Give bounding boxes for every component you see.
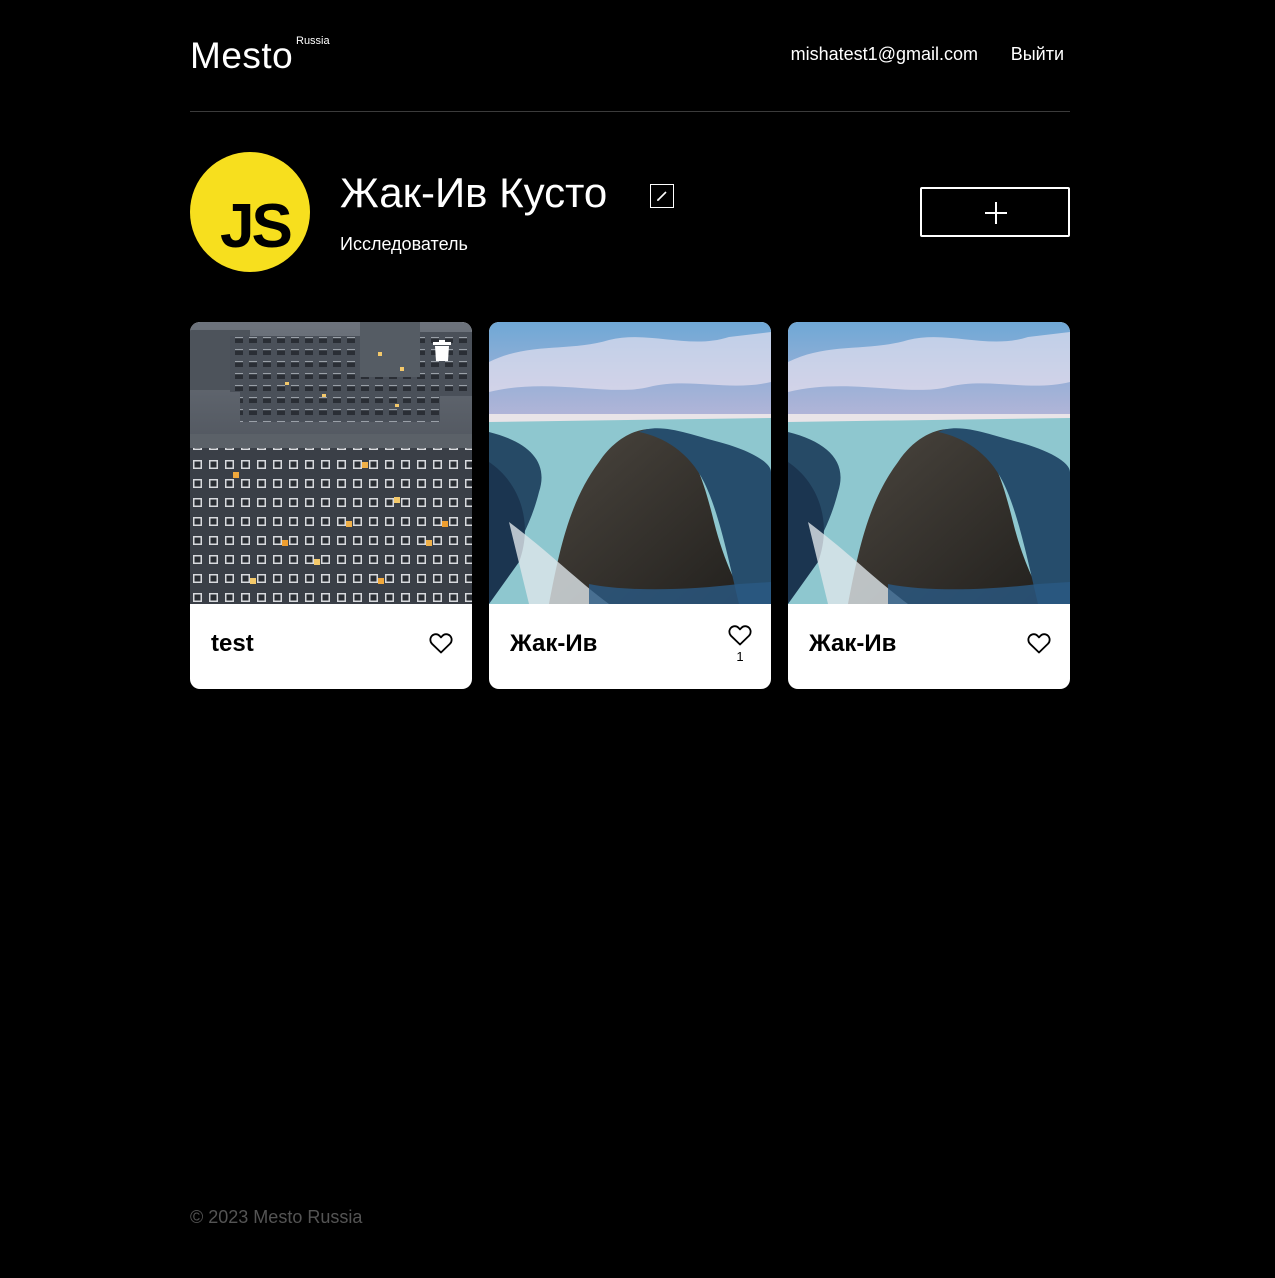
- logo[interactable]: Mesto Russia: [190, 34, 340, 76]
- like-count: 1: [736, 649, 744, 664]
- header: Mesto Russia mishatest1@gmail.com Выйти: [190, 0, 1070, 112]
- like-group: [429, 632, 453, 672]
- card-title: Жак-Ив: [510, 630, 598, 657]
- logout-link[interactable]: Выйти: [1011, 43, 1064, 65]
- logo-text: Mesto: [190, 35, 294, 76]
- heart-icon[interactable]: [728, 624, 752, 646]
- card-image[interactable]: [489, 322, 771, 604]
- like-group: 1: [728, 624, 752, 664]
- card-image[interactable]: [190, 322, 472, 604]
- card-title: Жак-Ив: [809, 630, 897, 657]
- add-card-button[interactable]: [920, 187, 1070, 237]
- page: Mesto Russia mishatest1@gmail.com Выйти …: [0, 0, 1275, 1278]
- card-image[interactable]: [788, 322, 1070, 604]
- avatar[interactable]: JS: [190, 152, 310, 272]
- user-email: mishatest1@gmail.com: [790, 44, 978, 64]
- profile-name: Жак-Ив Кусто: [340, 169, 608, 216]
- profile-about: Исследователь: [340, 234, 468, 254]
- like-group: [1027, 632, 1051, 672]
- profile: JS Жак-Ив Кусто Исследователь: [190, 152, 1070, 272]
- card-title: test: [211, 630, 254, 657]
- trash-icon[interactable]: [433, 340, 451, 361]
- footer: © 2023 Mesto Russia: [190, 1206, 362, 1228]
- avatar-logo-text: JS: [220, 192, 293, 261]
- cards-grid: test Жак-Ив 1 Жак-Ив: [190, 322, 1070, 689]
- plus-icon: [985, 202, 1007, 224]
- card: test: [190, 322, 472, 689]
- card: Жак-Ив: [788, 322, 1070, 689]
- edit-profile-button[interactable]: [650, 184, 674, 208]
- card: Жак-Ив 1: [489, 322, 771, 689]
- heart-icon[interactable]: [1027, 632, 1051, 654]
- heart-icon[interactable]: [429, 632, 453, 654]
- logo-subtitle: Russia: [296, 35, 330, 47]
- pencil-icon: [657, 191, 667, 201]
- copyright-text: © 2023 Mesto Russia: [190, 1207, 363, 1227]
